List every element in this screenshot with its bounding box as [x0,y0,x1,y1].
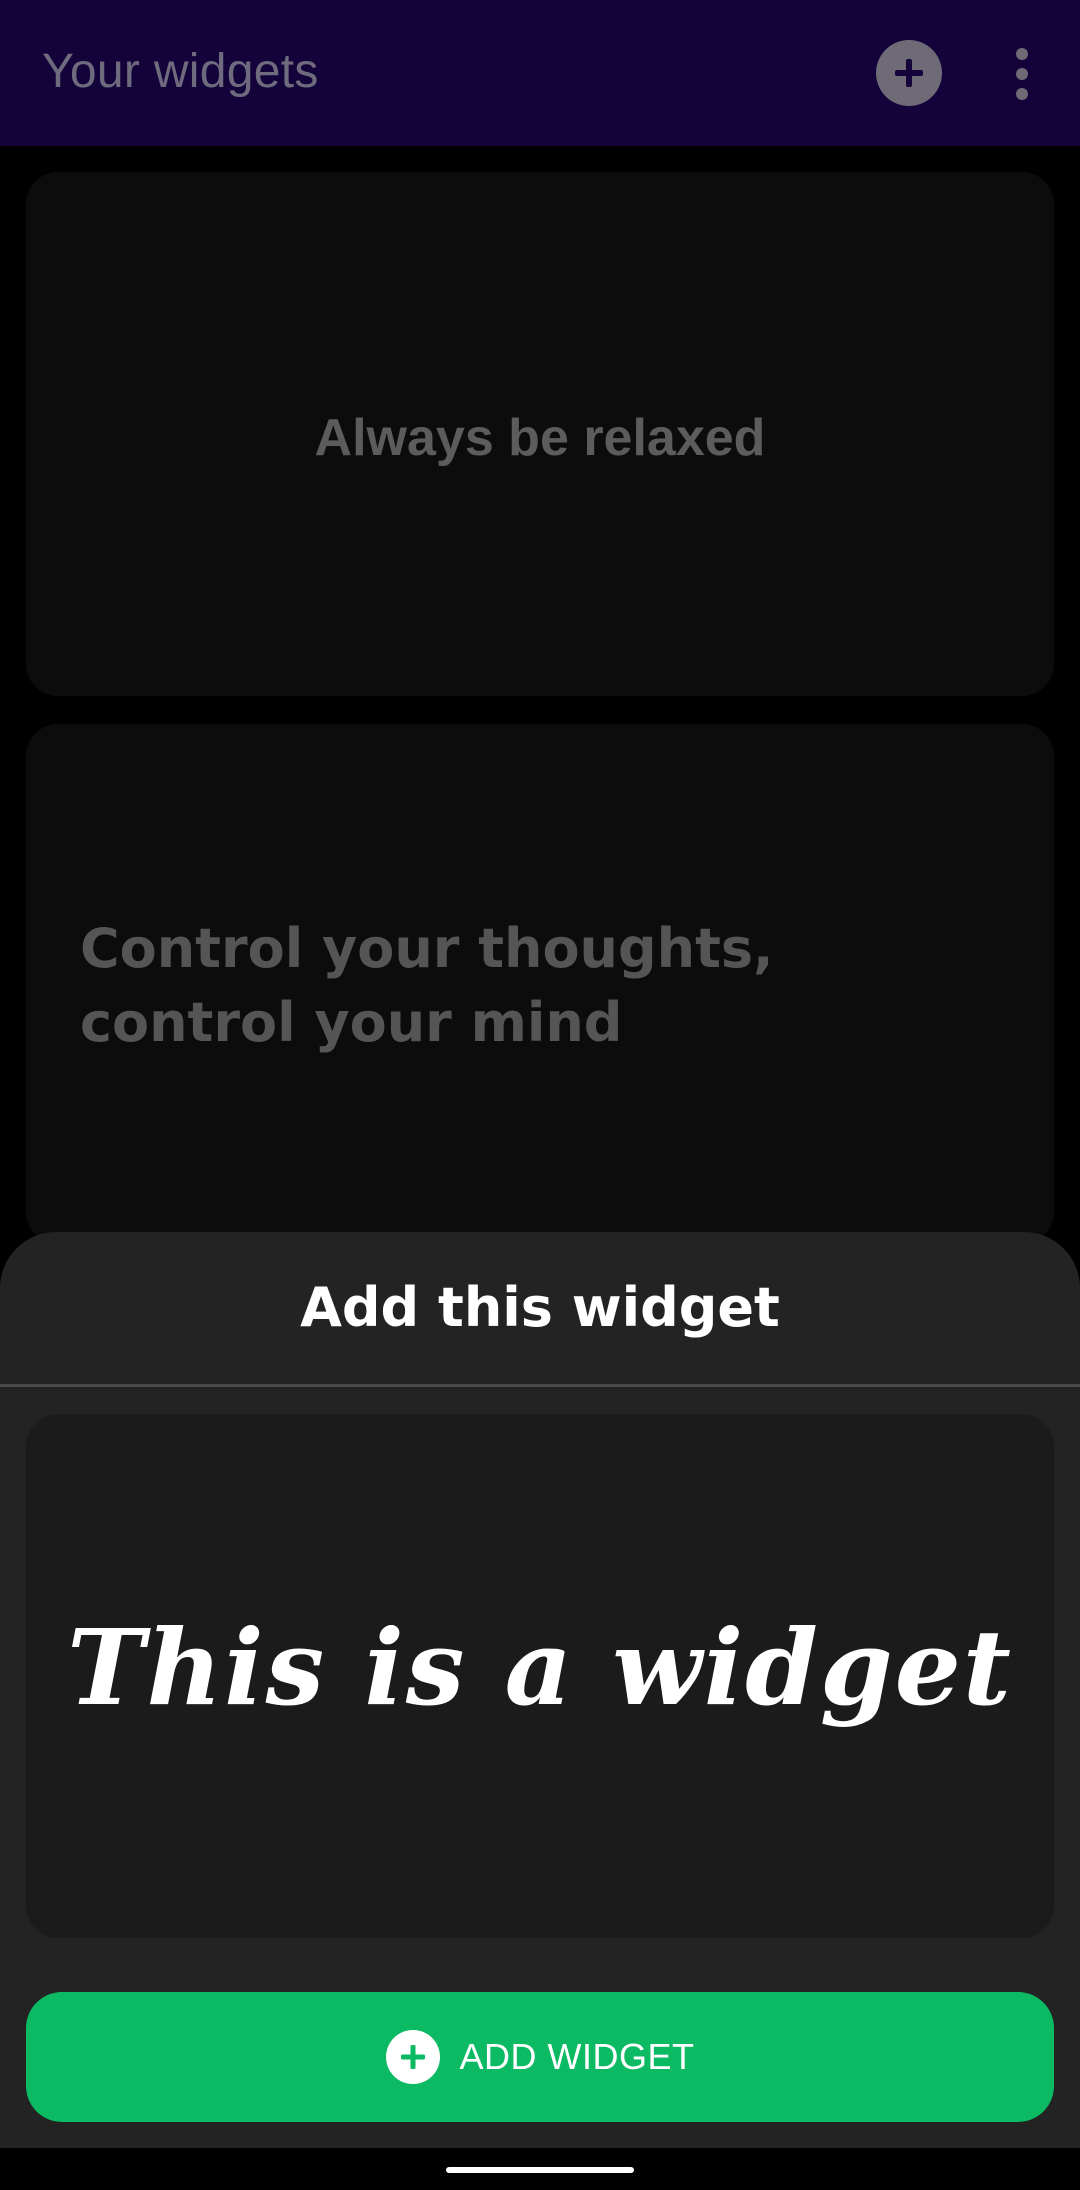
page-title: Your widgets [42,45,319,98]
app-bar: Your widgets [0,0,1080,146]
home-indicator[interactable] [446,2167,634,2173]
add-widget-button-label: ADD WIDGET [459,2036,695,2077]
sheet-title: Add this widget [300,1276,780,1339]
more-vertical-icon [1016,48,1028,100]
add-widget-icon-button[interactable] [876,40,942,106]
plus-circle-icon [895,59,923,87]
widget-preview-text: This is a widget [67,1606,1013,1729]
more-options-button[interactable] [1002,44,1042,104]
divider [0,1384,1080,1387]
screen: Your widgets Always be relaxed Control y… [0,0,1080,2190]
widget-card-text: Always be relaxed [314,409,766,467]
plus-circle-icon [385,2030,440,2084]
add-widget-button[interactable]: ADD WIDGET [26,1992,1054,2122]
widget-card-text: Control your thoughts, control your mind [80,917,774,1054]
